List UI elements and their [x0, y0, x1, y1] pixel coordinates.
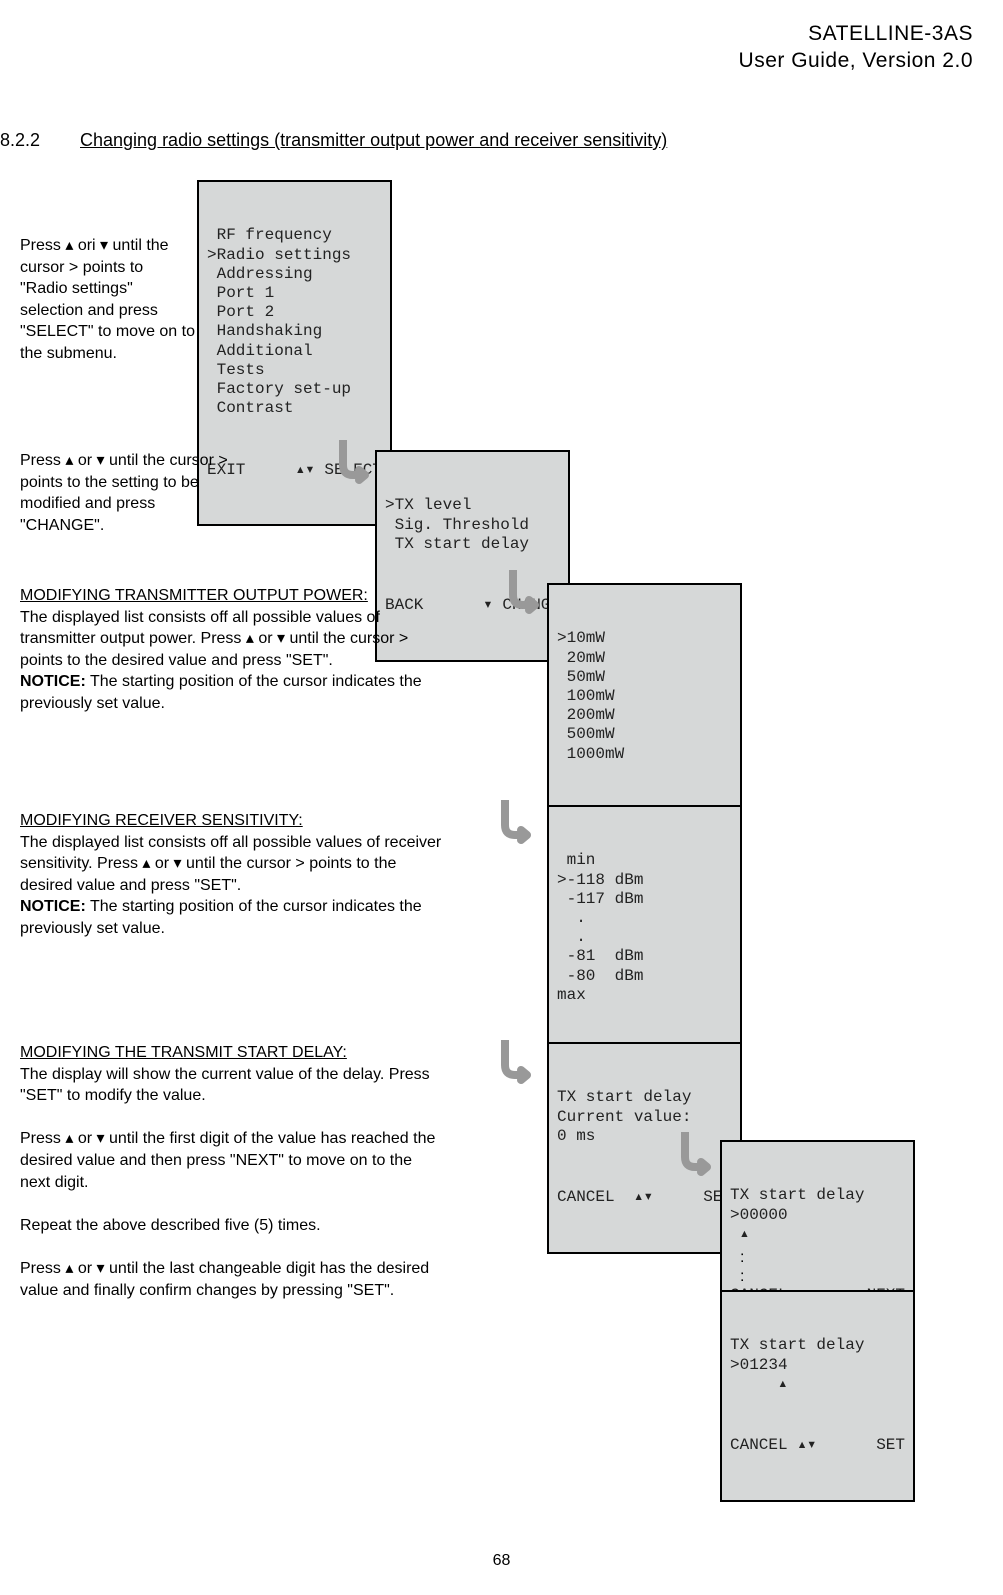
lcd7-left-softkey: CANCEL ▴▾ — [730, 1436, 816, 1455]
lcd7-right-softkey: SET — [876, 1436, 905, 1455]
instruction-step-2: Press ▴ or ▾ until the cursor > points t… — [20, 450, 240, 536]
header-line-1: SATELLINE-3AS — [739, 20, 973, 47]
lcd5-left-softkey: CANCEL ▴▾ — [557, 1188, 653, 1207]
section-rx-sensitivity: MODIFYING RECEIVER SENSITIVITY: The disp… — [20, 810, 445, 940]
tx-delay-p2: Press ▴ or ▾ until the first digit of th… — [20, 1130, 435, 1190]
section-tx-delay: MODIFYING THE TRANSMIT START DELAY: The … — [20, 1042, 445, 1301]
lcd-tx-delay-edit-1-body: TX start delay >00000 ▴ — [730, 1186, 905, 1244]
tx-delay-p1: The display will show the current value … — [20, 1066, 430, 1105]
rx-sens-heading: MODIFYING RECEIVER SENSITIVITY: — [20, 812, 303, 829]
tx-delay-p3: Repeat the above described five (5) time… — [20, 1217, 321, 1234]
header-line-2: User Guide, Version 2.0 — [739, 47, 973, 74]
rx-sens-body: The displayed list consists off all poss… — [20, 834, 441, 894]
rx-sens-notice-label: NOTICE: — [20, 898, 86, 915]
tx-power-heading: MODIFYING TRANSMITTER OUTPUT POWER: — [20, 587, 368, 604]
ellipsis-dots: : : — [740, 1248, 744, 1286]
lcd-tx-delay-edit-2: TX start delay >01234 ▴ CANCEL ▴▾ SET — [720, 1290, 915, 1502]
flow-arrow-icon — [497, 800, 537, 845]
tx-delay-p4: Press ▴ or ▾ until the last changeable d… — [20, 1260, 429, 1299]
section-number: 8.2.2 — [0, 130, 40, 151]
flow-arrow-icon — [505, 570, 545, 615]
lcd-rx-sens-body: min >-118 dBm -117 dBm . . -81 dBm -80 d… — [557, 851, 732, 1005]
tx-delay-heading: MODIFYING THE TRANSMIT START DELAY: — [20, 1044, 347, 1061]
lcd-radio-settings-body: >TX level Sig. Threshold TX start delay — [385, 496, 560, 554]
flow-arrow-icon — [677, 1132, 717, 1177]
instruction-step-1: Press ▴ ori ▾ until the cursor > points … — [20, 235, 195, 365]
section-title: Changing radio settings (transmitter out… — [80, 130, 667, 151]
tx-power-notice-label: NOTICE: — [20, 673, 86, 690]
flow-arrow-icon — [335, 440, 375, 485]
section-tx-power: MODIFYING TRANSMITTER OUTPUT POWER: The … — [20, 585, 445, 715]
flow-arrow-icon — [497, 1040, 537, 1085]
page-header: SATELLINE-3AS User Guide, Version 2.0 — [739, 20, 973, 75]
tx-power-body: The displayed list consists off all poss… — [20, 609, 408, 669]
lcd-tx-delay-edit-2-body: TX start delay >01234 ▴ — [730, 1336, 905, 1394]
page-number: 68 — [0, 1552, 1003, 1570]
lcd-tx-power-body: >10mW 20mW 50mW 100mW 200mW 500mW 1000mW — [557, 629, 732, 763]
lcd-main-menu-body: RF frequency >Radio settings Addressing … — [207, 226, 382, 418]
